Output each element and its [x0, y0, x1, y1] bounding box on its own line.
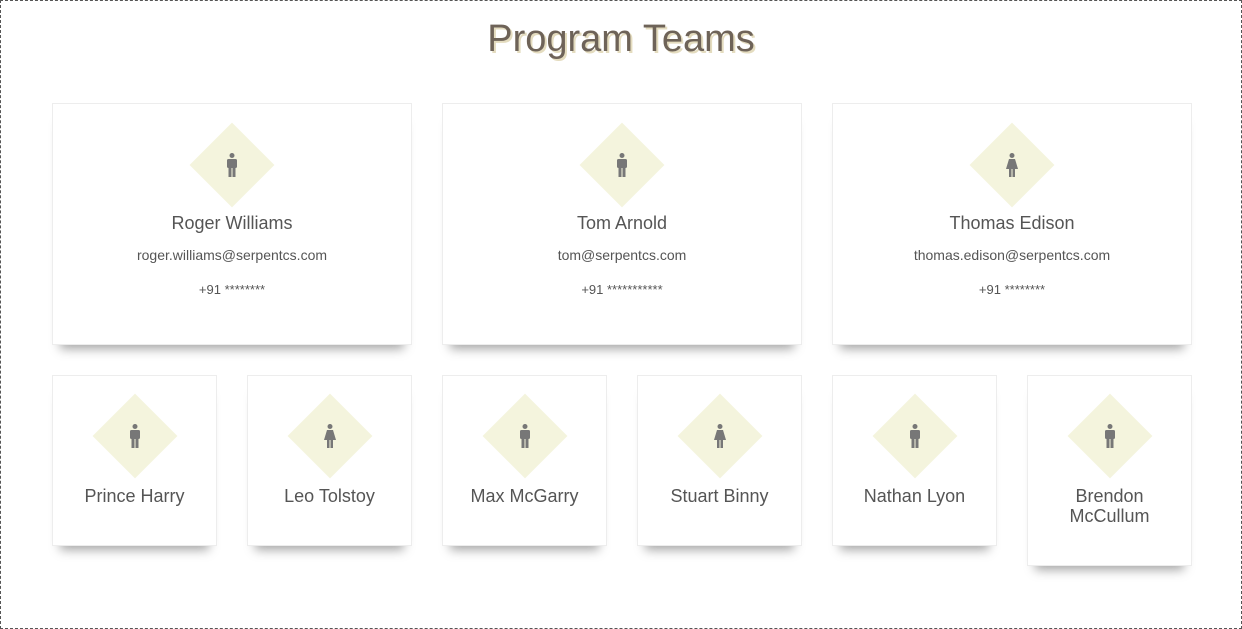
member-name: Max McGarry: [470, 486, 579, 506]
avatar: [1067, 393, 1152, 479]
member-phone: +91 ********: [198, 282, 266, 297]
avatar: [969, 122, 1055, 208]
member-name: Stuart Binny: [670, 486, 769, 506]
member-name: Thomas Edison: [949, 213, 1075, 233]
page-title: Program Teams: [487, 18, 755, 60]
member-name: Brendon McCullum: [1069, 486, 1150, 526]
team-card-member[interactable]: Prince Harry: [52, 375, 217, 546]
member-name: Tom Arnold: [576, 213, 668, 233]
female-icon: [713, 424, 726, 448]
female-icon: [1006, 153, 1018, 177]
team-card-leader[interactable]: Tom Arnold tom@serpentcs.com +91 *******…: [442, 103, 802, 345]
team-card-member[interactable]: Nathan Lyon: [832, 375, 997, 546]
avatar: [872, 393, 957, 479]
male-icon: [129, 424, 140, 448]
male-icon: [617, 153, 627, 177]
member-email[interactable]: thomas.edison@serpentcs.com: [833, 247, 1191, 263]
team-card-member[interactable]: Leo Tolstoy: [247, 375, 412, 546]
member-name: Leo Tolstoy: [284, 486, 375, 506]
member-name: Roger Williams: [171, 213, 293, 233]
avatar: [92, 393, 177, 479]
avatar: [287, 393, 372, 479]
male-icon: [1104, 424, 1115, 448]
avatar: [677, 393, 762, 479]
avatar: [482, 393, 567, 479]
member-email[interactable]: roger.williams@serpentcs.com: [53, 247, 411, 263]
member-name: Nathan Lyon: [863, 486, 966, 506]
team-card-member[interactable]: Max McGarry: [442, 375, 607, 546]
member-phone: +91 ********: [978, 282, 1046, 297]
team-card-leader[interactable]: Thomas Edison thomas.edison@serpentcs.co…: [832, 103, 1192, 345]
male-icon: [909, 424, 920, 448]
male-icon: [519, 424, 530, 448]
member-name: Prince Harry: [84, 486, 185, 506]
female-icon: [323, 424, 336, 448]
member-email[interactable]: tom@serpentcs.com: [443, 247, 801, 263]
avatar: [189, 122, 275, 208]
team-card-member[interactable]: Stuart Binny: [637, 375, 802, 546]
male-icon: [227, 153, 237, 177]
team-card-member[interactable]: Brendon McCullum: [1027, 375, 1192, 566]
team-card-leader[interactable]: Roger Williams roger.williams@serpentcs.…: [52, 103, 412, 345]
avatar: [579, 122, 665, 208]
member-phone: +91 ***********: [581, 282, 663, 297]
